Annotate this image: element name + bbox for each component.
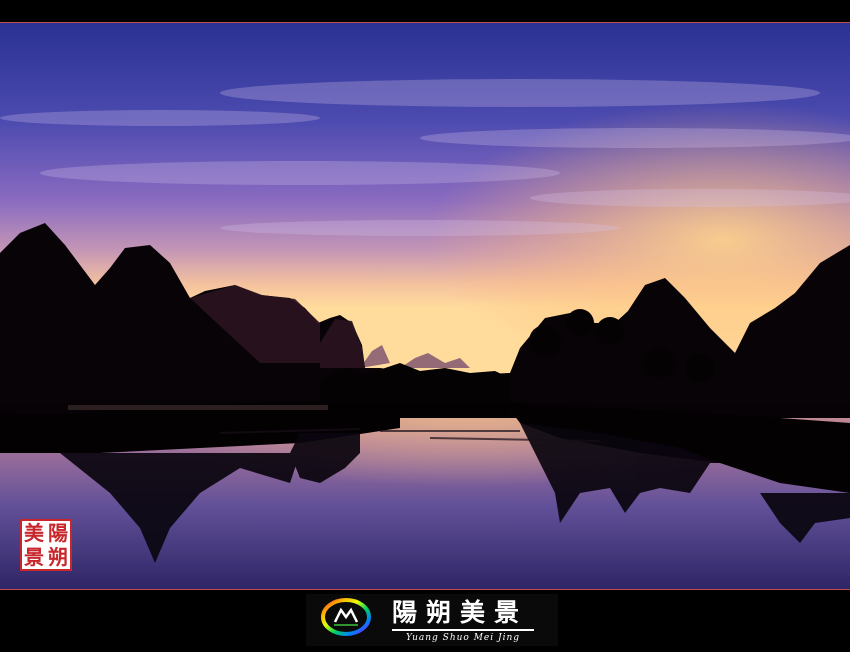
seal-char: 陽	[48, 521, 68, 545]
seal-char: 景	[24, 545, 44, 569]
landscape-photo	[0, 23, 850, 589]
footer-title-pinyin: Yuang Shuo Mei Jing	[405, 633, 521, 643]
bottom-border-line	[0, 589, 850, 590]
red-seal-stamp: 美 陽 景 朔	[20, 519, 72, 571]
rainbow-m-logo-icon	[321, 598, 371, 636]
footer-title-underline	[392, 629, 534, 631]
footer-title-chinese: 陽朔美景	[392, 598, 529, 627]
seal-char: 朔	[48, 545, 68, 569]
seal-char: 美	[24, 521, 44, 545]
